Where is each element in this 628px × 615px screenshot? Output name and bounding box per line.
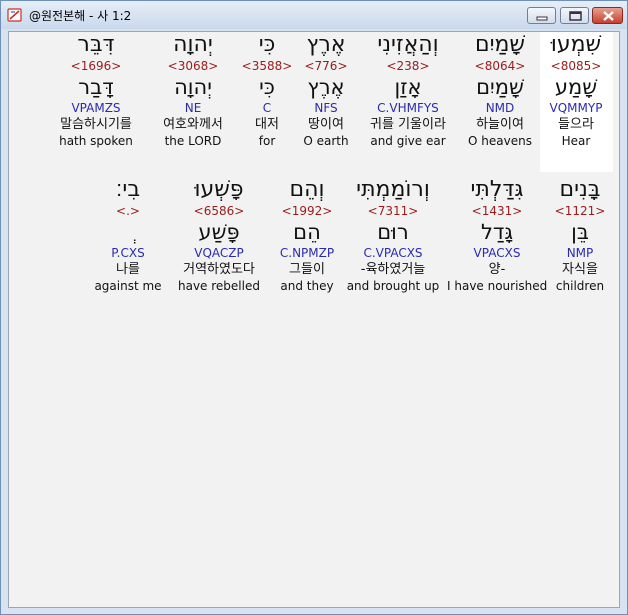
korean-gloss: 말슴하시기를 [60, 117, 132, 132]
korean-gloss: -육하였거늘 [360, 262, 426, 277]
english-gloss: and they [280, 279, 334, 293]
morph-code: NMD [485, 101, 515, 115]
korean-gloss: 하늘이여 [476, 117, 524, 132]
lemma-word: יְהוָה [174, 75, 212, 99]
morph-code: VQACZP [194, 246, 244, 260]
hebrew-word: פָּשְׁעוּ [194, 177, 244, 202]
strong-number[interactable]: <3068> [143, 58, 243, 74]
english-gloss: have rebelled [178, 279, 260, 293]
lemma-word: פָּשַׁע [198, 220, 240, 244]
morph-code: NE [184, 101, 202, 115]
hebrew-word: גִּדַּלְתִּי [470, 177, 524, 202]
word-2-2[interactable]: גִּדַּלְתִּי <1431> גָּדַל VPACXS 양- I h… [447, 177, 547, 294]
word-1-7[interactable]: דִּבֵּר <1696> דָּבַר VPAMZS 말슴하시기를 hath… [46, 32, 146, 149]
app-window: @원전본해 - 사 1:2 שִׁמְעוּ <8085> שָׁמַע VQM… [0, 0, 628, 615]
minimize-button[interactable] [527, 7, 556, 24]
strong-number[interactable]: <1696> [46, 58, 146, 74]
strong-number[interactable]: <7311> [343, 203, 443, 219]
hebrew-word: שָׁמַיִם [474, 32, 526, 57]
english-gloss: against me [94, 279, 162, 293]
korean-gloss: 여호와께서 [163, 117, 223, 132]
strong-number[interactable]: <6586> [169, 203, 269, 219]
close-button[interactable] [592, 7, 623, 24]
lemma-word: שָׁמַיִם [476, 75, 524, 99]
lemma-word: דָּבַר [78, 75, 114, 99]
lemma-word: ְ [78, 219, 178, 245]
word-2-4[interactable]: וְהֵם <1992> הֵם C.NPMZP 그들이 and they [257, 177, 357, 294]
word-2-6[interactable]: בִי׃ <.> ְ P.CXS 나를 against me [78, 177, 178, 294]
korean-gloss: 거역하였도다 [183, 262, 255, 277]
english-gloss: hath spoken [59, 134, 133, 148]
hebrew-word: דִּבֵּר [77, 32, 115, 57]
title-bar[interactable]: @원전본해 - 사 1:2 [1, 1, 627, 29]
hebrew-word: וְהֵם [289, 177, 325, 202]
lemma-word: רוּם [377, 220, 409, 244]
strong-number[interactable]: <1992> [257, 203, 357, 219]
strong-number[interactable]: <1431> [447, 203, 547, 219]
korean-gloss: 양- [488, 262, 506, 277]
interlinear-view[interactable]: שִׁמְעוּ <8085> שָׁמַע VQMMYP 들으라 Hear ש… [8, 31, 620, 608]
morph-code: VPAMZS [71, 101, 121, 115]
word-2-3[interactable]: וְרוֹמַמְתִּי <7311> רוּם C.VPACXS -육하였거… [343, 177, 443, 294]
english-gloss: O heavens [468, 134, 532, 148]
morph-code: C.VPACXS [363, 246, 423, 260]
lemma-word: גָּדַל [480, 220, 514, 244]
close-icon [603, 11, 614, 21]
english-gloss: and brought up [346, 279, 440, 293]
hebrew-word: וְרוֹמַמְתִּי [356, 177, 430, 202]
hebrew-word: בִי׃ [115, 177, 141, 202]
word-1-2[interactable]: שָׁמַיִם <8064> שָׁמַיִם NMD 하늘이여 O heav… [450, 32, 550, 149]
app-bible-icon[interactable] [7, 7, 23, 23]
word-1-6[interactable]: יְהוָה <3068> יְהוָה NE 여호와께서 the LORD [143, 32, 243, 149]
hebrew-word: יְהוָה [173, 32, 213, 57]
english-gloss: the LORD [164, 134, 222, 148]
word-2-5[interactable]: פָּשְׁעוּ <6586> פָּשַׁע VQACZP 거역하였도다 h… [169, 177, 269, 294]
korean-gloss: 나를 [116, 262, 140, 277]
morph-code: C.NPMZP [279, 246, 335, 260]
lemma-word: הֵם [293, 220, 321, 244]
strong-number[interactable]: <.> [78, 203, 178, 219]
morph-code: P.CXS [111, 246, 145, 260]
korean-gloss: 그들이 [289, 262, 325, 277]
english-gloss: I have nourished [447, 279, 548, 293]
maximize-button[interactable] [560, 7, 589, 24]
window-title: @원전본해 - 사 1:2 [29, 9, 132, 23]
minimize-icon [536, 16, 548, 21]
morph-code: VPACXS [473, 246, 521, 260]
strong-number[interactable]: <8064> [450, 58, 550, 74]
maximize-icon [569, 11, 582, 21]
